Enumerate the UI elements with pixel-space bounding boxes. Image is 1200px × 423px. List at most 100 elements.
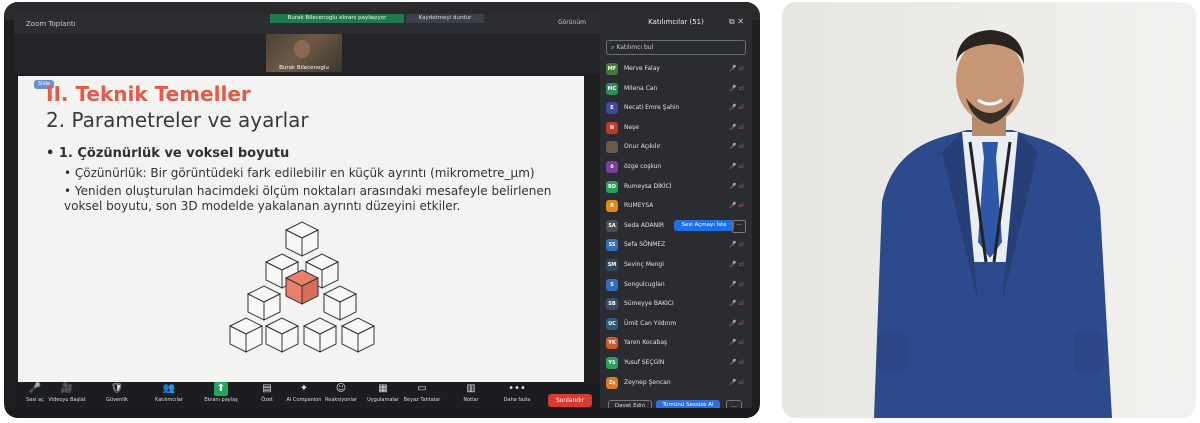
participant-name: Sümeyye BAKICI [624,300,674,308]
muted-icon: 🎤̸ ▭̸ [728,280,744,288]
participant-row[interactable]: Onur Açıkılır 🎤̸ ▭̸ [606,138,748,158]
avatar [606,141,618,154]
avatar: ö [606,160,618,173]
search-placeholder: Katılımcı bul [616,44,654,51]
avatar: UC [606,317,618,330]
toolbar-label: Ekranı paylaş [204,397,238,403]
toolbar-label: Videoyu Başlat [48,397,86,403]
participant-more-button[interactable]: ··· [732,219,746,233]
avatar: MF [606,63,618,75]
participant-row[interactable]: SB Sümeyye BAKICI 🎤̸ ▭̸ [606,295,748,315]
slide-section-title: II. Teknik Temeller [46,82,251,106]
screen-share-banner[interactable]: Burak Bilecenoglu ekranı paylaşıyor [270,14,404,23]
toolbar-label: Notlar [463,397,479,403]
toolbar-label: Güvenlik [106,397,128,403]
muted-icon: 🎤̸ ▭̸ [728,378,744,386]
muted-icon: 🎤̸ ▭̸ [728,162,744,170]
participant-name: Onur Açıkılır [624,143,661,151]
avatar: YK [606,337,618,350]
presenter-figure [782,2,1196,418]
participant-search-input[interactable]: ⌕ Katılımcı bul [606,40,746,55]
toolbar-label: Katılımcılar [155,397,183,403]
participant-name: Milena Can [624,84,658,92]
laptop-bezel-bottom [4,408,760,418]
participant-row[interactable]: UC Ümit Can Yıldırım 🎤̸ ▭̸ [606,315,748,335]
search-icon: ⌕ [611,44,615,51]
participant-name: Ümit Can Yıldırım [624,319,677,327]
toolbar-icon: 🎥 [60,383,74,394]
popout-icon[interactable]: ⧉ ✕ [729,17,744,27]
recording-stop-button[interactable]: Kaydetmeyi durdur [406,14,484,23]
participant-name: Seda ADANIR [624,221,665,229]
avatar: N [606,121,618,134]
participant-row[interactable]: SS Sefa SÖNMEZ 🎤̸ ▭̸ [606,236,748,256]
end-meeting-button[interactable]: Sonlandır [548,394,592,407]
participant-row[interactable]: N Neşe 🎤̸ ▭̸ [606,119,748,139]
muted-icon: 🎤̸ ▭̸ [728,358,744,366]
voxel-cubes-illustration [228,221,376,353]
muted-icon: 🎤̸ ▭̸ [728,241,744,249]
participant-name: Necati Emre Şahin [624,104,680,112]
participant-name: özge coşkun [624,162,662,170]
presenter-photo [782,2,1196,418]
participant-name: Sefa SÖNMEZ [624,241,666,249]
muted-icon: 🎤̸ ▭̸ [728,202,744,210]
participant-name: Rumeysa DİKİCİ [624,182,672,190]
participant-name: Zeynep Şencan [624,378,671,386]
avatar: SM [606,258,618,271]
toolbar-icon: ☺ [335,383,347,394]
participant-row[interactable]: MF Merve Falay 🎤̸ ▭̸ [606,60,748,80]
participant-row[interactable]: SA Seda ADANIR Sesi Açmayı İste ··· [606,217,748,237]
toolbar-icon: ⬆ [214,382,228,396]
participant-row[interactable]: MC Milena Can 🎤̸ ▭̸ [606,80,748,100]
participant-row[interactable]: YS Yusuf SEÇGİN 🎤̸ ▭̸ [606,354,748,374]
avatar: SS [606,239,618,252]
participant-row[interactable]: R RUMEYSA 🎤̸ ▭̸ [606,197,748,217]
avatar: RD [606,180,618,193]
toolbar-icon: ▭ [417,383,427,394]
participant-row[interactable]: ö özge coşkun 🎤̸ ▭̸ [606,158,748,178]
participant-name: Songulcuglan [624,280,665,288]
avatar: R [606,200,618,213]
participant-name: Sevinç Mengi [624,260,664,268]
participant-row[interactable]: SM Sevinç Mengi 🎤̸ ▭̸ [606,256,748,276]
toolbar-icon: ••• [508,383,526,394]
zoom-screen-photo: Zoom Toplantı Burak Bilecenoglu ekranı p… [4,2,760,418]
avatar: SA [606,219,618,232]
muted-icon: 🎤̸ ▭̸ [728,260,744,268]
zoom-titlebar: Zoom Toplantı Burak Bilecenoglu ekranı p… [14,14,600,34]
avatar: S [606,278,618,291]
participant-row[interactable]: Zş Zeynep Şencan 🎤̸ ▭̸ [606,374,748,394]
speaker-silhouette [294,40,310,58]
toolbar-icon: ▥ [466,383,476,394]
slide-title: 2. Parametreler ve ayarlar [46,108,309,132]
video-strip: Burak Bilecenoglu [14,34,600,74]
muted-icon: 🎤̸ ▭̸ [728,339,744,347]
participant-list: MF Merve Falay 🎤̸ ▭̸ MC Milena Can 🎤̸ ▭̸ E Neca… [606,60,748,393]
muted-icon: 🎤̸ ▭̸ [728,104,744,112]
speaker-video-tile[interactable]: Burak Bilecenoglu [266,34,342,72]
muted-icon: 🎤̸ ▭̸ [728,300,744,308]
ask-to-unmute-button[interactable]: Sesi Açmayı İste [674,219,734,231]
participant-row[interactable]: S Songulcuglan 🎤̸ ▭̸ [606,276,748,296]
avatar: MC [606,82,618,95]
muted-icon: 🎤̸ ▭̸ [728,319,744,327]
muted-icon: 🎤̸ ▭̸ [728,84,744,92]
participant-name: RUMEYSA [624,202,654,210]
avatar: YS [606,356,618,369]
slide-bullet-resolution: • Çözünürlük: Bir görüntüdeki fark edile… [64,166,535,180]
avatar: E [606,102,618,115]
avatar: SB [606,298,618,311]
participant-row[interactable]: RD Rumeysa DİKİCİ 🎤̸ ▭̸ [606,178,748,198]
participant-name: Neşe [624,123,639,131]
toolbar-label: Beyaz Tahtalar [403,397,441,403]
toolbar-label: Reaksiyonlar [325,397,357,403]
toolbar-icon: 🛡 [110,383,124,394]
view-menu[interactable]: Görünüm [558,19,586,26]
highlighted-voxel [284,269,320,305]
participant-name: Yaren Kocabaş [624,339,668,347]
avatar: Zş [606,376,618,389]
slide-bullet-heading: • 1. Çözünürlük ve voksel boyutu [46,146,290,161]
participant-row[interactable]: E Necati Emre Şahin 🎤̸ ▭̸ [606,99,748,119]
participant-row[interactable]: YK Yaren Kocabaş 🎤̸ ▭̸ [606,334,748,354]
